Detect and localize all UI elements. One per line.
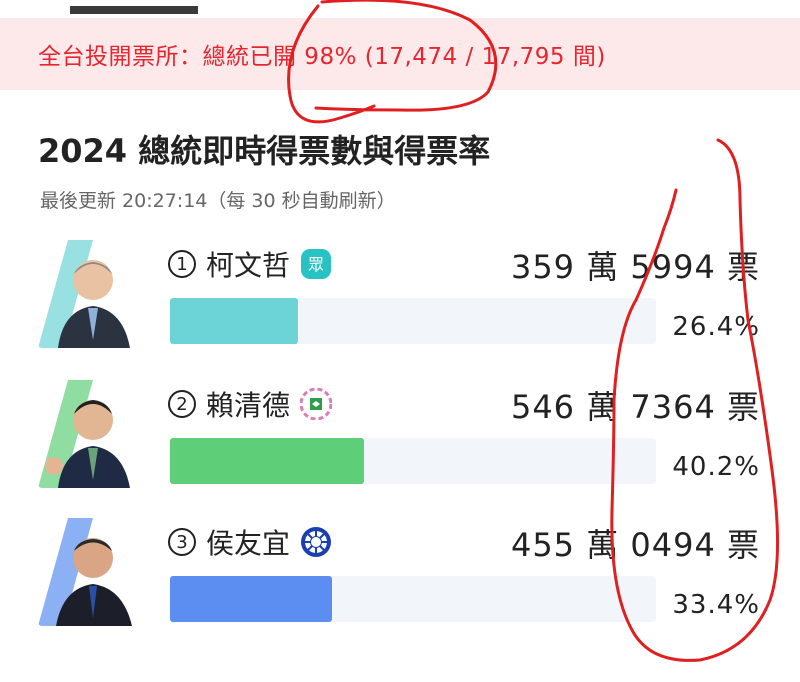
candidate-photo	[38, 518, 148, 626]
candidate-name-text: 賴清德	[206, 389, 291, 422]
candidate-name-text: 柯文哲	[206, 249, 291, 282]
vote-share-bar	[170, 298, 656, 344]
candidate-name: 2 賴清德	[168, 384, 333, 424]
dpp-party-icon	[299, 387, 333, 421]
candidate-name-text: 侯友宜	[206, 527, 291, 560]
vote-count: 455 萬 0494 票	[510, 526, 760, 564]
vote-share-fill	[170, 438, 364, 484]
vote-percentage: 33.4%	[672, 590, 760, 620]
counting-progress-banner: 全台投開票所：總統已開 98% (17,474 / 17,795 間)	[0, 18, 800, 90]
candidate-photo	[38, 380, 148, 488]
candidate-row: 3 侯友宜 455 萬 0494 票 33.4%	[0, 518, 800, 648]
svg-text:眾: 眾	[308, 255, 324, 274]
candidate-row: 2 賴清德 546 萬 7364 票 40.2%	[0, 380, 800, 510]
tpp-party-icon: 眾	[300, 248, 332, 280]
vote-share-fill	[170, 576, 332, 622]
vote-count: 359 萬 5994 票	[510, 248, 760, 286]
page-title: 2024 總統即時得票數與得票率	[38, 132, 491, 170]
active-tab-indicator	[70, 6, 198, 14]
candidate-photo	[38, 240, 148, 348]
candidate-name: 3 侯友宜	[168, 522, 332, 562]
vote-share-fill	[170, 298, 298, 344]
candidate-name: 1 柯文哲 眾	[168, 244, 332, 284]
ballot-number: 2	[168, 390, 196, 418]
vote-share-bar	[170, 438, 656, 484]
vote-percentage: 26.4%	[672, 312, 760, 342]
vote-count: 546 萬 7364 票	[510, 388, 760, 426]
candidate-row: 1 柯文哲 眾 359 萬 5994 票 26.4%	[0, 240, 800, 370]
vote-share-bar	[170, 576, 656, 622]
ballot-number: 1	[168, 250, 196, 278]
ballot-number: 3	[168, 528, 196, 556]
kmt-party-icon	[300, 526, 332, 558]
counting-progress-text: 全台投開票所：總統已開 98% (17,474 / 17,795 間)	[38, 44, 606, 70]
last-updated-text: 最後更新 20:27:14（每 30 秒自動刷新）	[40, 190, 396, 212]
vote-percentage: 40.2%	[672, 452, 760, 482]
